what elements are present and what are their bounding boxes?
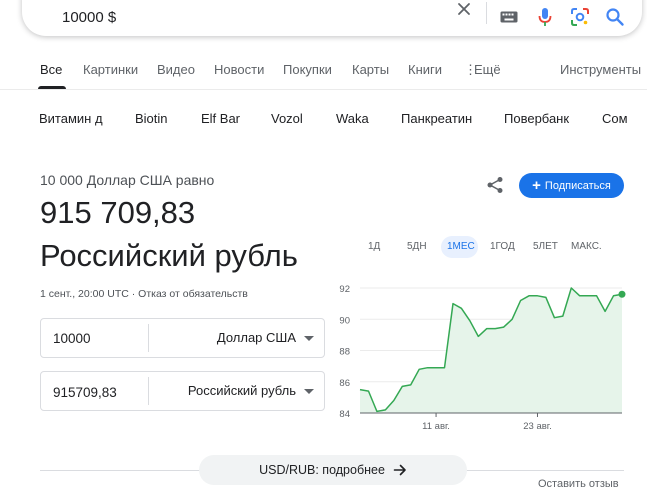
- chip[interactable]: Панкреатин: [401, 104, 472, 132]
- tabs-divider: [0, 89, 647, 90]
- range-1y[interactable]: 1ГОД: [490, 241, 515, 252]
- feedback-link[interactable]: Оставить отзыв: [538, 478, 619, 490]
- y-tick-label: 90: [339, 315, 350, 326]
- conversion-from-label: 10 000 Доллар США равно: [40, 172, 215, 188]
- tab-more[interactable]: ⋮Ещё: [464, 62, 501, 78]
- chip[interactable]: Waka: [336, 104, 369, 132]
- amount-from-input[interactable]: 10000: [53, 331, 91, 346]
- chip[interactable]: Biotin: [135, 104, 168, 132]
- conversion-result-value: 915 709,83: [40, 195, 196, 230]
- converter-separator: [148, 377, 149, 405]
- arrow-right-icon: [393, 464, 406, 476]
- search-divider: [486, 2, 487, 24]
- more-details-label: USD/RUB: подробнее: [259, 463, 385, 477]
- x-tick-label: 23 авг.: [523, 421, 551, 432]
- clear-icon[interactable]: [453, 0, 475, 20]
- amount-to-input[interactable]: 915709,83: [53, 385, 117, 400]
- tools-button[interactable]: Инструменты: [560, 62, 641, 77]
- search-icon[interactable]: [604, 6, 626, 28]
- subscribe-button[interactable]: + Подписаться: [519, 173, 624, 198]
- more-details-button[interactable]: USD/RUB: подробнее: [199, 455, 467, 485]
- plus-icon: +: [532, 177, 541, 194]
- more-vert-icon: ⋮: [464, 62, 477, 77]
- y-tick-label: 86: [339, 378, 350, 389]
- chip[interactable]: Сом: [602, 104, 628, 132]
- tab-video[interactable]: Видео: [157, 62, 195, 77]
- current-value-marker: [618, 290, 626, 298]
- chevron-down-icon[interactable]: [304, 389, 314, 394]
- subscribe-label: Подписаться: [544, 179, 611, 192]
- chip[interactable]: Повербанк: [504, 104, 569, 132]
- y-tick-label: 88: [339, 347, 350, 358]
- converter-from-row: 10000 Доллар США: [40, 318, 325, 358]
- tab-maps[interactable]: Карты: [352, 62, 389, 77]
- range-1d[interactable]: 1Д: [368, 241, 380, 252]
- converter-separator: [148, 324, 149, 352]
- search-input[interactable]: 10000 $: [62, 9, 116, 26]
- chart-range-selector: 1Д 5ДН 1МЕС 1ГОД 5ЛЕТ МАКС.: [0, 241, 647, 257]
- tab-more-label: Ещё: [474, 62, 501, 77]
- currency-from-select[interactable]: Доллар США: [217, 330, 296, 345]
- range-max[interactable]: МАКС.: [571, 241, 602, 252]
- y-tick-label: 84: [339, 409, 350, 420]
- share-icon: [487, 177, 503, 193]
- range-5d[interactable]: 5ДН: [407, 241, 427, 252]
- chevron-down-icon[interactable]: [304, 336, 314, 341]
- search-bar: 10000 $: [22, 0, 642, 36]
- tab-shopping[interactable]: Покупки: [283, 62, 332, 77]
- chip[interactable]: Elf Bar: [201, 104, 240, 132]
- range-5y[interactable]: 5ЛЕТ: [533, 241, 558, 252]
- keyboard-icon[interactable]: [498, 6, 520, 28]
- currency-to-select[interactable]: Российский рубль: [188, 383, 296, 398]
- converter-to-row: 915709,83 Российский рубль: [40, 371, 325, 411]
- rate-timestamp: 1 сент., 20:00 UTC · Отказ от обязательс…: [40, 288, 248, 300]
- tab-all[interactable]: Все: [40, 62, 62, 77]
- tab-images[interactable]: Картинки: [83, 62, 138, 77]
- share-button[interactable]: [484, 174, 506, 196]
- chip[interactable]: Витамин д: [39, 104, 103, 132]
- x-tick-label: 11 авг.: [422, 421, 450, 432]
- tab-news[interactable]: Новости: [214, 62, 264, 77]
- related-chips: Витамин д Biotin Elf Bar Vozol Waka Панк…: [0, 104, 647, 132]
- y-tick-label: 92: [339, 284, 350, 295]
- search-tabs: Все Картинки Видео Новости Покупки Карты…: [0, 62, 647, 82]
- chip[interactable]: Vozol: [271, 104, 303, 132]
- voice-search-icon[interactable]: [534, 6, 556, 28]
- range-1m[interactable]: 1МЕС: [447, 241, 475, 252]
- tab-books[interactable]: Книги: [408, 62, 442, 77]
- lens-search-icon[interactable]: [569, 6, 591, 28]
- exchange-rate-chart: 92 90 88 86 84 11 авг. 23 авг.: [339, 284, 626, 432]
